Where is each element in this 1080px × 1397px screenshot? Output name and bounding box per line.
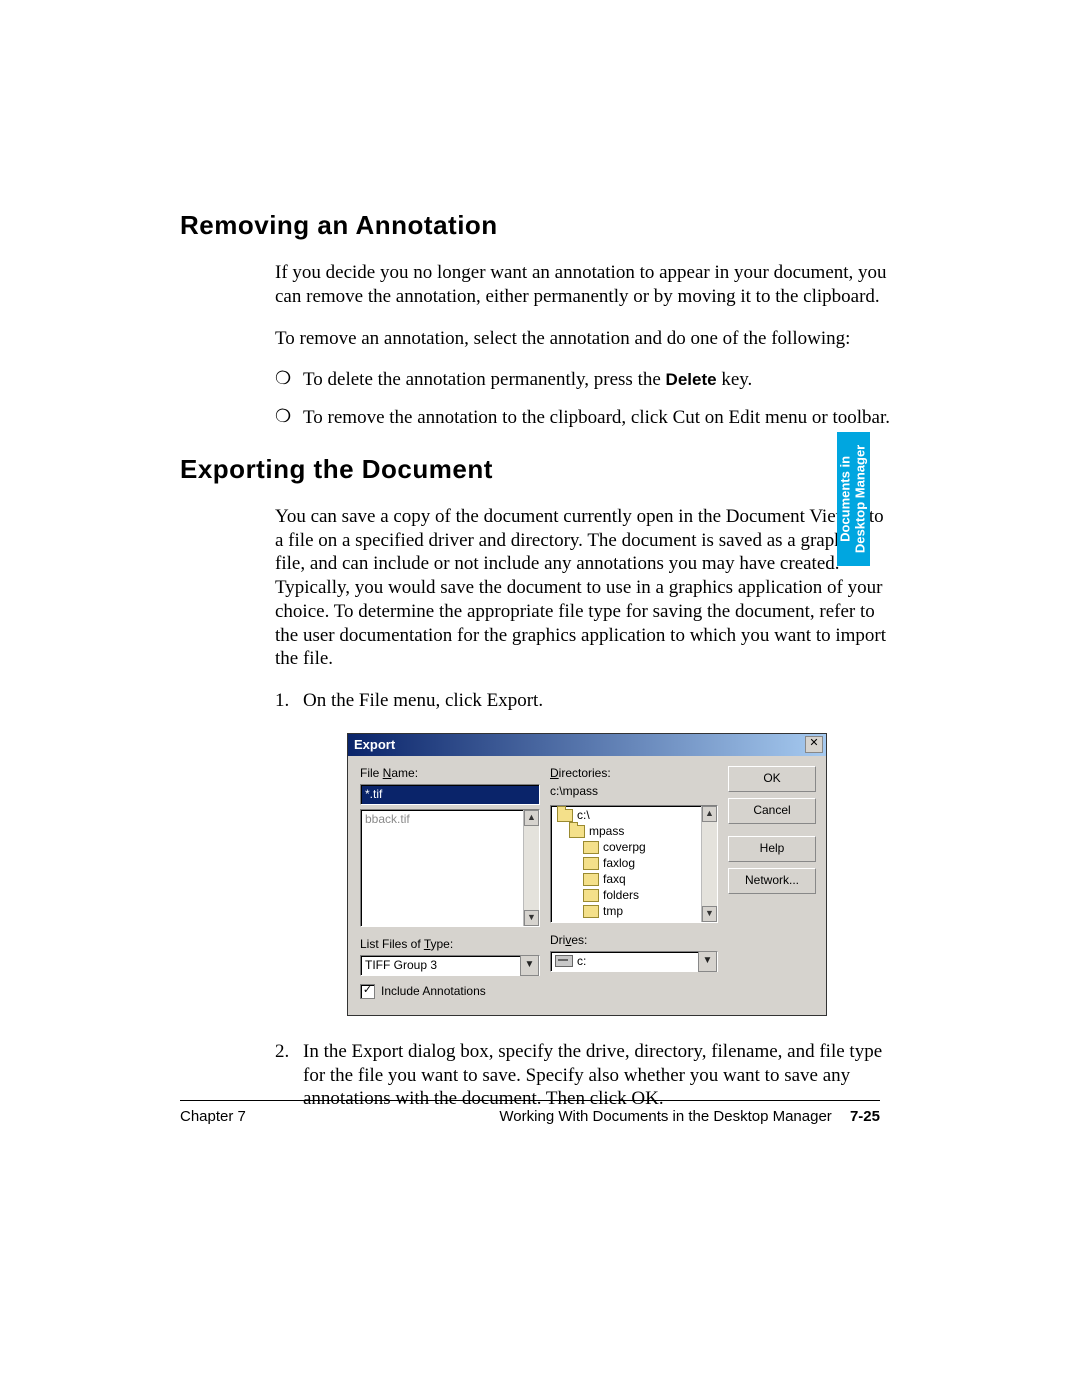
include-annotations-label: Include Annotations [381, 984, 486, 999]
bullet-icon: ❍ [275, 406, 303, 430]
dir-item-mpass[interactable]: mpass [555, 824, 713, 840]
folder-icon [583, 841, 599, 854]
network-button[interactable]: Network... [728, 868, 816, 894]
filename-input[interactable]: *.tif [360, 784, 540, 805]
dir-item-folders[interactable]: folders [555, 888, 713, 904]
scroll-down-icon[interactable]: ▼ [702, 906, 717, 922]
include-annotations-checkbox[interactable]: ✓ [360, 984, 375, 999]
footer-chapter: Chapter 7 [180, 1108, 246, 1125]
step-1-text: On the File menu, click Export. [303, 689, 890, 713]
directories-path: c:\mpass [550, 784, 718, 799]
dir-item-tmp[interactable]: tmp [555, 904, 713, 920]
bullet-delete-text: To delete the annotation permanently, pr… [303, 368, 890, 392]
scroll-up-icon[interactable]: ▲ [702, 806, 717, 822]
heading-exporting-document: Exporting the Document [180, 454, 900, 485]
removing-body: If you decide you no longer want an anno… [275, 261, 890, 430]
include-annotations-row[interactable]: ✓ Include Annotations [360, 984, 540, 1005]
drives-label: Drives: [550, 933, 718, 948]
close-icon[interactable]: ✕ [805, 736, 823, 753]
exporting-p1: You can save a copy of the document curr… [275, 505, 890, 671]
step-1-num: 1. [275, 689, 303, 713]
bullet-delete: ❍ To delete the annotation permanently, … [275, 368, 890, 392]
listtype-value: TIFF Group 3 [365, 958, 437, 973]
heading-removing-annotation: Removing an Annotation [180, 210, 900, 241]
delete-key-label: Delete [666, 370, 717, 389]
drives-value: c: [577, 954, 586, 969]
directory-listbox[interactable]: c:\ mpass coverpg [550, 805, 718, 923]
folder-icon [583, 873, 599, 886]
listtype-label: List Files of Type: [360, 937, 540, 952]
drive-icon [555, 955, 573, 967]
export-dialog-figure: Export ✕ File Name: *.tif bback.tif [347, 733, 890, 1016]
help-button[interactable]: Help [728, 836, 816, 862]
dialog-title: Export [354, 737, 395, 753]
footer-rule [180, 1100, 880, 1101]
section-tab-line2: Desktop Manager [853, 445, 868, 553]
folder-icon [583, 889, 599, 902]
dir-item-faxq[interactable]: faxq [555, 872, 713, 888]
chevron-down-icon[interactable]: ▼ [698, 951, 717, 972]
footer-title: Working With Documents in the Desktop Ma… [499, 1108, 831, 1125]
dir-item-coverpg[interactable]: coverpg [555, 840, 713, 856]
ok-button[interactable]: OK [728, 766, 816, 792]
file-listbox[interactable]: bback.tif ▲ ▼ [360, 809, 540, 927]
drives-select[interactable]: c: ▼ [550, 951, 718, 972]
folder-icon [583, 857, 599, 870]
dialog-titlebar[interactable]: Export ✕ [348, 734, 826, 756]
bullet-icon: ❍ [275, 368, 303, 392]
b1-post: key. [717, 369, 753, 390]
dir-item-faxlog[interactable]: faxlog [555, 856, 713, 872]
folder-icon [583, 905, 599, 918]
filename-label: File Name: [360, 766, 540, 781]
exporting-body: You can save a copy of the document curr… [275, 505, 890, 1111]
folder-open-icon [569, 825, 585, 838]
step-1: 1. On the File menu, click Export. [275, 689, 890, 713]
removing-p1: If you decide you no longer want an anno… [275, 261, 890, 309]
b1-pre: To delete the annotation permanently, pr… [303, 369, 666, 390]
page-footer: Chapter 7 Working With Documents in the … [180, 1108, 880, 1125]
directories-label: Directories: [550, 766, 718, 781]
cancel-button[interactable]: Cancel [728, 798, 816, 824]
scrollbar[interactable]: ▲ ▼ [701, 806, 717, 922]
export-dialog: Export ✕ File Name: *.tif bback.tif [347, 733, 827, 1016]
scrollbar[interactable]: ▲ ▼ [523, 810, 539, 926]
folder-open-icon [557, 809, 573, 822]
removing-p2: To remove an annotation, select the anno… [275, 327, 890, 351]
section-tab-line1: Documents in [838, 456, 853, 542]
listtype-select[interactable]: TIFF Group 3 ▼ [360, 955, 540, 976]
chevron-down-icon[interactable]: ▼ [520, 955, 539, 976]
scroll-down-icon[interactable]: ▼ [524, 910, 539, 926]
file-list-item[interactable]: bback.tif [365, 812, 535, 827]
scroll-up-icon[interactable]: ▲ [524, 810, 539, 826]
section-tab: Documents in Desktop Manager [837, 432, 870, 566]
footer-page-number: 7-25 [850, 1108, 880, 1125]
bullet-cut: ❍ To remove the annotation to the clipbo… [275, 406, 890, 430]
document-page: Documents in Desktop Manager Removing an… [0, 0, 1080, 1397]
bullet-cut-text: To remove the annotation to the clipboar… [303, 406, 890, 430]
dir-item-root[interactable]: c:\ [555, 808, 713, 824]
